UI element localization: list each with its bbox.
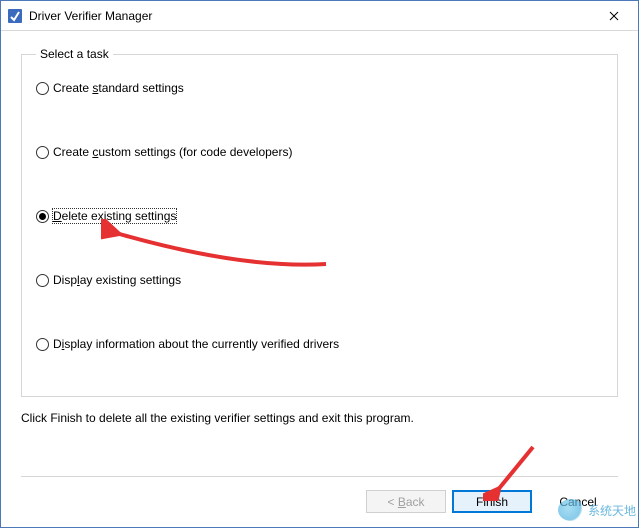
radio-input-delete-existing[interactable] xyxy=(36,210,49,223)
task-group: Select a task Create standard settings C… xyxy=(21,47,618,397)
radio-label: Delete existing settings xyxy=(53,209,176,223)
cancel-button[interactable]: Cancel xyxy=(538,490,618,513)
radio-create-custom[interactable]: Create custom settings (for code develop… xyxy=(36,145,603,159)
radio-label: Create custom settings (for code develop… xyxy=(53,145,292,159)
radio-label: Display information about the currently … xyxy=(53,337,339,351)
radio-input-create-custom[interactable] xyxy=(36,146,49,159)
radio-display-existing[interactable]: Display existing settings xyxy=(36,273,603,287)
verifier-icon xyxy=(7,8,23,24)
separator xyxy=(21,476,618,477)
radio-label: Create standard settings xyxy=(53,81,184,95)
close-button[interactable] xyxy=(594,2,634,30)
group-legend: Select a task xyxy=(36,47,113,61)
radio-create-standard[interactable]: Create standard settings xyxy=(36,81,603,95)
wizard-buttons: < Back Finish Cancel xyxy=(366,490,618,513)
radio-input-create-standard[interactable] xyxy=(36,82,49,95)
back-button: < Back xyxy=(366,490,446,513)
radio-input-display-existing[interactable] xyxy=(36,274,49,287)
radio-label: Display existing settings xyxy=(53,273,181,287)
hint-text: Click Finish to delete all the existing … xyxy=(21,411,618,425)
titlebar: Driver Verifier Manager xyxy=(1,1,638,31)
finish-button[interactable]: Finish xyxy=(452,490,532,513)
radio-delete-existing[interactable]: Delete existing settings xyxy=(36,209,603,223)
client-area: Select a task Create standard settings C… xyxy=(1,31,638,527)
radio-display-info[interactable]: Display information about the currently … xyxy=(36,337,603,351)
close-icon xyxy=(609,11,619,21)
window-title: Driver Verifier Manager xyxy=(29,9,594,23)
window: Driver Verifier Manager Select a task Cr… xyxy=(0,0,639,528)
radio-input-display-info[interactable] xyxy=(36,338,49,351)
